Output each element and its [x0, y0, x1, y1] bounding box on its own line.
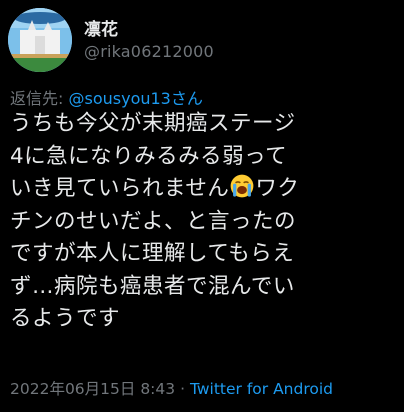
source-link[interactable]: Twitter for Android [190, 380, 333, 398]
tweet-meta: 2022年06月15日 8:43 · Twitter for Android [10, 377, 333, 399]
loudly-crying-face-icon [230, 174, 254, 198]
user-handle[interactable]: @rika06212000 [84, 42, 214, 61]
reply-mention-link[interactable]: @sousyou13さん [69, 89, 203, 108]
display-name[interactable]: 凛花 [84, 15, 118, 40]
tweet-text: うちも今父が末期癌ステージ 4に急になりみるみる弱って いき見ていられません ワク… [10, 108, 400, 336]
tweet-header: 凛花 @rika06212000 [8, 8, 396, 72]
meta-separator: · [180, 380, 186, 398]
reply-to-line: 返信先: @sousyou13さん [10, 85, 203, 109]
avatar-image [8, 8, 72, 72]
reply-prefix: 返信先: [10, 89, 64, 108]
timestamp[interactable]: 2022年06月15日 8:43 [10, 380, 175, 398]
avatar[interactable] [8, 8, 72, 72]
